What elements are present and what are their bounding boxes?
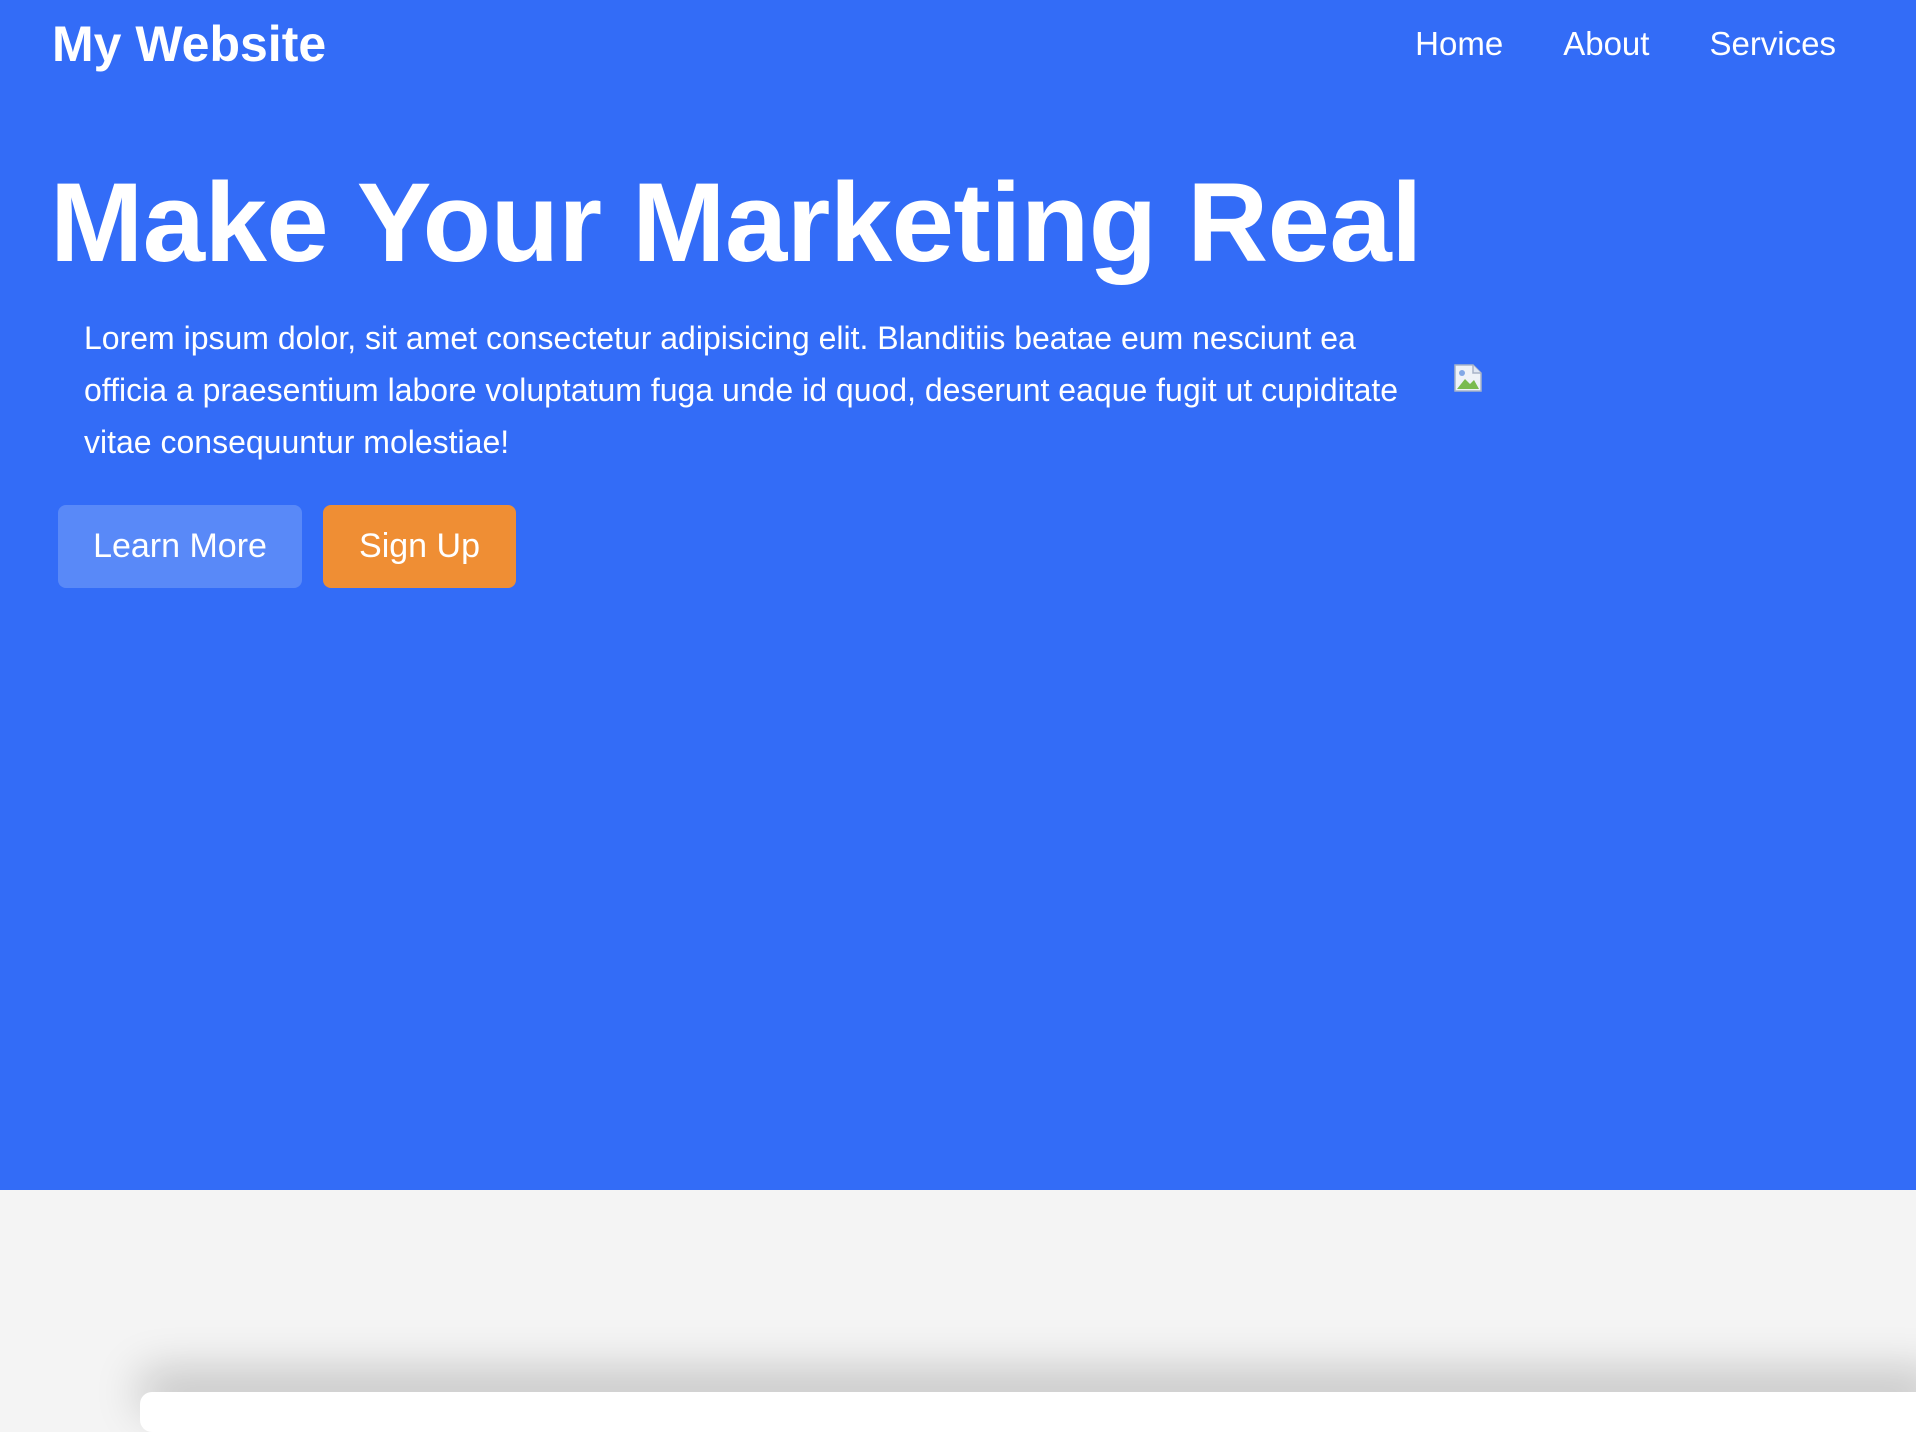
hero-description: Lorem ipsum dolor, sit amet consectetur …	[84, 320, 1399, 460]
sign-up-button[interactable]: Sign Up	[323, 505, 516, 588]
hero-title: Make Your Marketing Real	[50, 160, 1422, 285]
site-logo-text[interactable]: My Website	[52, 14, 326, 74]
nav-link-services[interactable]: Services	[1709, 22, 1836, 66]
broken-image-icon	[1452, 362, 1484, 394]
learn-more-button[interactable]: Learn More	[58, 505, 302, 588]
hero-section: My Website Home About Services Make Your…	[0, 0, 1916, 1190]
content-card-edge	[140, 1392, 1916, 1432]
nav-link-about[interactable]: About	[1563, 22, 1649, 66]
navbar: My Website Home About Services	[0, 0, 1916, 90]
nav-link-home[interactable]: Home	[1415, 22, 1503, 66]
below-hero-section	[0, 1190, 1916, 1392]
nav-links: Home About Services	[1415, 22, 1836, 66]
